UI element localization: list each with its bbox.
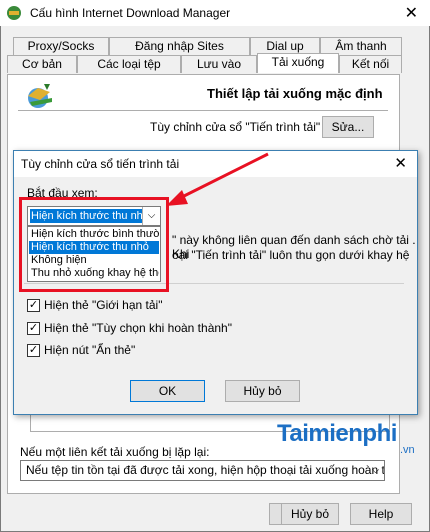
dialog-close-icon[interactable]: ✕ [394,154,407,172]
download-icon [28,84,52,108]
dialog-ok-button[interactable]: OK [130,380,205,402]
annotation-arrow-icon [166,152,269,206]
title-separator [18,110,388,111]
tab-co-ban[interactable]: Cơ bản [7,55,77,73]
edit-button[interactable]: Sửa... [322,116,374,138]
watermark-logo: Taimienphi [277,420,397,447]
checkbox-an-the[interactable]: ✓ [27,344,40,357]
idm-app-icon [7,6,21,20]
checkbox-label: Hiện nút "Ẩn thẻ" [44,343,136,357]
checkbox-tuy-chon-hoan-thanh[interactable]: ✓ [27,322,40,335]
window-titlebar: Cấu hình Internet Download Manager ✕ [0,0,430,26]
tab-dang-nhap-sites[interactable]: Đăng nhập Sites [109,37,250,55]
window-close-icon[interactable]: ✕ [405,3,418,22]
highlight-box [19,197,169,292]
window-title: Cấu hình Internet Download Manager [30,6,231,20]
duplicate-link-label: Nếu một liên kết tải xuống bị lặp lại: [20,445,210,459]
checkbox-label: Hiện thẻ "Giới hạn tải" [44,298,163,312]
info-text-line-2: oại "Tiến trình tải" luôn thu gọn dưới k… [172,248,410,262]
checkbox-gioi-han-tai[interactable]: ✓ [27,299,40,312]
dialog-cancel-button[interactable]: Hủy bỏ [225,380,300,402]
footer-help-button[interactable]: Help [350,503,412,525]
page-title: Thiết lập tải xuống mặc định [207,86,383,101]
dialog-title: Tùy chỉnh cửa sổ tiến trình tải [21,157,180,171]
duplicate-link-value: Nếu tệp tin tồn tại đã được tải xong, hi… [26,463,385,477]
duplicate-link-select[interactable]: Nếu tệp tin tồn tại đã được tải xong, hi… [20,460,385,481]
checkbox-label: Hiện thẻ "Tùy chọn khi hoàn thành" [44,321,232,335]
tab-tai-xuong[interactable]: Tải xuống [257,53,339,73]
tab-cac-loai-tep[interactable]: Các loại tệp [77,55,181,73]
tab-luu-vao[interactable]: Lưu vào [181,55,257,73]
watermark-suffix: .vn [400,444,415,456]
chevron-down-icon[interactable]: ⌵ [367,461,384,480]
footer-cancel-button[interactable]: Hủy bỏ [281,503,339,525]
tab-proxy-socks[interactable]: Proxy/Socks [13,37,109,55]
tab-ket-noi[interactable]: Kết nối [339,55,402,73]
customize-label: Tùy chỉnh cửa sổ "Tiến trình tải" [150,120,321,134]
